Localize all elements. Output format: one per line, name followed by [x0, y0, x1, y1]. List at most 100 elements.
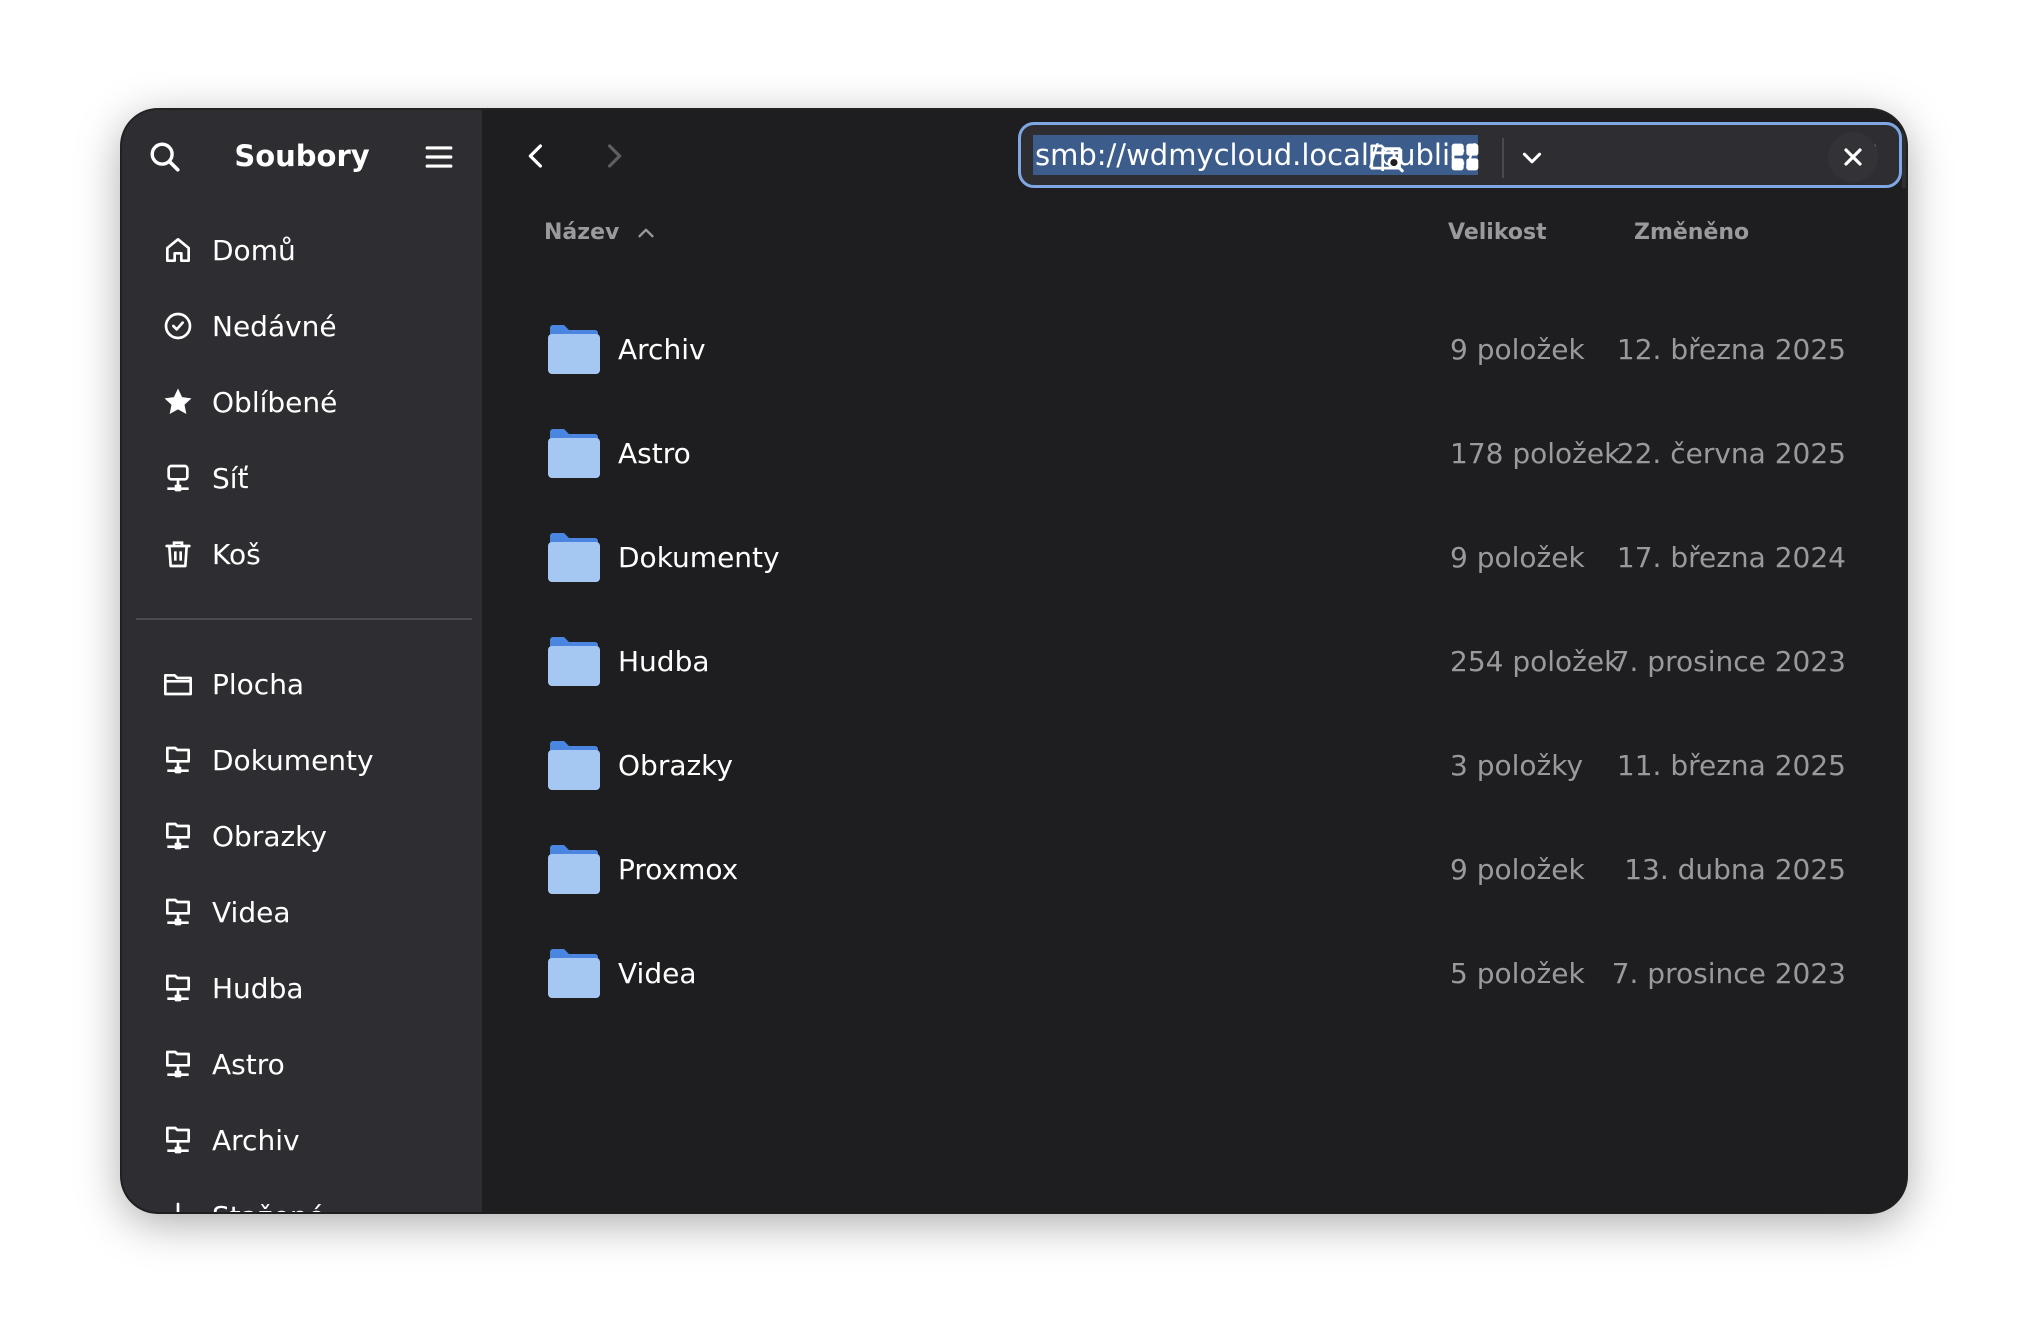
- file-list: Archiv 9 položek 12. března 2025 Astro 1…: [482, 298, 1906, 1026]
- network-icon: [160, 460, 196, 496]
- sidebar-item-label: Dokumenty: [212, 743, 374, 777]
- view-split-divider: [1502, 138, 1504, 178]
- table-row[interactable]: Dokumenty 9 položek 17. března 2024: [482, 506, 1906, 610]
- file-modified: 11. března 2025: [1616, 749, 1846, 782]
- back-button[interactable]: [512, 132, 560, 180]
- sidebar-item-label: Domů: [212, 233, 296, 267]
- column-header-modified[interactable]: Změněno: [1634, 218, 1749, 248]
- sidebar-item-archiv[interactable]: Archiv: [122, 1102, 482, 1178]
- file-size: 254 položek: [1450, 645, 1621, 678]
- hamburger-menu-icon: [425, 146, 453, 168]
- folder-icon: [548, 533, 600, 582]
- sidebar-item-recent[interactable]: Nedávné: [122, 288, 482, 364]
- sidebar-separator: [136, 618, 472, 620]
- search-in-folder-button[interactable]: [1358, 128, 1416, 186]
- folder-icon: [548, 741, 600, 790]
- network-folder-icon: [160, 818, 196, 854]
- network-folder-icon: [160, 1046, 196, 1082]
- sidebar-item-label: Nedávné: [212, 309, 337, 343]
- file-size: 5 položek: [1450, 957, 1585, 990]
- table-row[interactable]: Proxmox 9 položek 13. dubna 2025: [482, 818, 1906, 922]
- folder-search-icon: [1370, 144, 1404, 173]
- column-header-name[interactable]: Název: [544, 218, 657, 248]
- grid-view-icon: [1451, 143, 1479, 171]
- sidebar-item-label: Oblíbené: [212, 385, 338, 419]
- chevron-right-icon: [608, 144, 622, 168]
- column-header-name-label: Název: [544, 220, 620, 245]
- sidebar-item-home[interactable]: Domů: [122, 212, 482, 288]
- cancel-location-button[interactable]: [1902, 122, 1906, 188]
- file-name: Videa: [618, 957, 697, 990]
- file-size: 3 položky: [1450, 749, 1584, 782]
- network-folder-icon: [160, 894, 196, 930]
- file-name: Proxmox: [618, 853, 739, 886]
- file-modified: 13. dubna 2025: [1624, 853, 1846, 886]
- content-pane: smb://wdmycloud.local/public/ Název Veli…: [482, 110, 1906, 1212]
- table-row[interactable]: Obrazky 3 položky 11. března 2025: [482, 714, 1906, 818]
- sidebar: Soubory Domů Nedávné Oblíbené Síť Koš Pl…: [122, 110, 482, 1212]
- sidebar-item-videa[interactable]: Videa: [122, 874, 482, 950]
- sidebar-item-astro[interactable]: Astro: [122, 1026, 482, 1102]
- file-name: Hudba: [618, 645, 710, 678]
- app-title: Soubory: [234, 139, 370, 173]
- sidebar-header: Soubory: [122, 110, 482, 202]
- file-name: Astro: [618, 437, 691, 470]
- folder-icon: [548, 637, 600, 686]
- sidebar-item-hudba[interactable]: Hudba: [122, 950, 482, 1026]
- sidebar-item-label: Videa: [212, 895, 291, 929]
- folder-icon: [548, 325, 600, 374]
- sidebar-item-desktop[interactable]: Plocha: [122, 646, 482, 722]
- network-folder-icon: [160, 742, 196, 778]
- file-modified: 22. června 2025: [1616, 437, 1846, 470]
- sidebar-item-label: Astro: [212, 1047, 285, 1081]
- search-button[interactable]: [144, 136, 186, 178]
- chevron-down-icon: [1522, 152, 1542, 164]
- main-menu-button[interactable]: [418, 136, 460, 178]
- column-header-size[interactable]: Velikost: [1448, 218, 1547, 248]
- clock-icon: [160, 308, 196, 344]
- network-folder-icon: [160, 1122, 196, 1158]
- file-size: 9 položek: [1450, 853, 1585, 886]
- file-size: 9 položek: [1450, 541, 1585, 574]
- close-icon: [1844, 148, 1862, 166]
- sidebar-item-downloads[interactable]: Stažené: [122, 1178, 482, 1212]
- file-name: Archiv: [618, 333, 706, 366]
- chevron-left-icon: [528, 144, 542, 168]
- file-modified: 7. prosince 2023: [1611, 957, 1846, 990]
- sidebar-item-label: Obrazky: [212, 819, 327, 853]
- view-options-dropdown[interactable]: [1508, 132, 1556, 184]
- table-row[interactable]: Astro 178 položek 22. června 2025: [482, 402, 1906, 506]
- folder-outline-icon: [160, 666, 196, 702]
- file-name: Obrazky: [618, 749, 733, 782]
- star-icon: [160, 384, 196, 420]
- sidebar-item-dokumenty[interactable]: Dokumenty: [122, 722, 482, 798]
- file-modified: 12. března 2025: [1616, 333, 1846, 366]
- file-size: 178 položek: [1450, 437, 1621, 470]
- sidebar-item-label: Plocha: [212, 667, 305, 701]
- trash-icon: [160, 536, 196, 572]
- folder-icon: [548, 429, 600, 478]
- window-close-button[interactable]: [1828, 132, 1878, 182]
- file-modified: 7. prosince 2023: [1611, 645, 1846, 678]
- sidebar-item-trash[interactable]: Koš: [122, 516, 482, 592]
- table-row[interactable]: Hudba 254 položek 7. prosince 2023: [482, 610, 1906, 714]
- sidebar-item-obrazky[interactable]: Obrazky: [122, 798, 482, 874]
- sidebar-item-starred[interactable]: Oblíbené: [122, 364, 482, 440]
- sidebar-item-label: Koš: [212, 537, 261, 571]
- search-icon: [150, 142, 180, 172]
- table-row[interactable]: Videa 5 položek 7. prosince 2023: [482, 922, 1906, 1026]
- sidebar-item-network[interactable]: Síť: [122, 440, 482, 516]
- sort-ascending-icon: [638, 228, 654, 238]
- file-manager-window: Soubory Domů Nedávné Oblíbené Síť Koš Pl…: [122, 110, 1906, 1212]
- file-modified: 17. března 2024: [1616, 541, 1846, 574]
- sidebar-item-label: Archiv: [212, 1123, 300, 1157]
- folder-icon: [548, 845, 600, 894]
- home-icon: [160, 232, 196, 268]
- forward-button[interactable]: [590, 132, 638, 180]
- grid-view-button[interactable]: [1436, 128, 1494, 186]
- network-folder-icon: [160, 970, 196, 1006]
- file-name: Dokumenty: [618, 541, 780, 574]
- sidebar-item-label: Hudba: [212, 971, 304, 1005]
- table-row[interactable]: Archiv 9 položek 12. března 2025: [482, 298, 1906, 402]
- sidebar-item-label: Stažené: [212, 1200, 325, 1213]
